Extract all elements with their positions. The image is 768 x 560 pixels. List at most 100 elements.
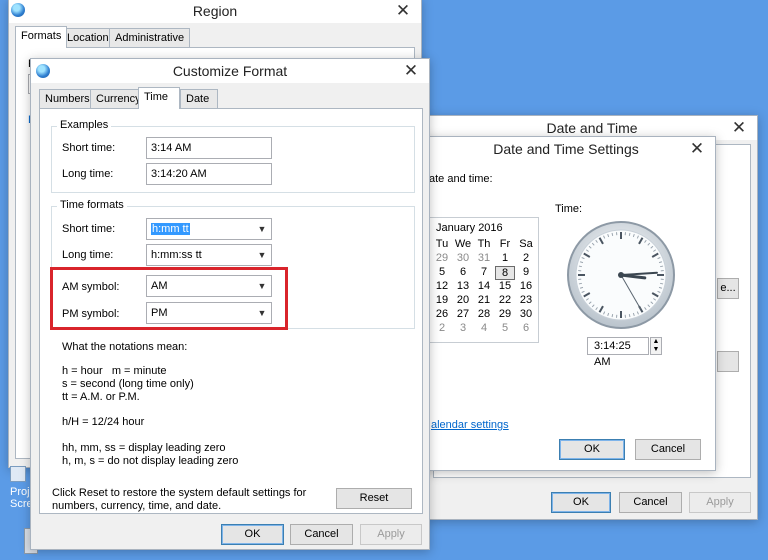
desktop-icon-label-1: Proj: [10, 486, 30, 498]
datetime-close-icon[interactable]: ✕: [727, 117, 751, 139]
datetime-cancel-button[interactable]: Cancel: [619, 492, 682, 513]
clock-tick: [578, 265, 582, 268]
calendar-day[interactable]: 13: [453, 280, 473, 292]
reset-info-line-1: Click Reset to restore the system defaul…: [52, 487, 307, 499]
customize-close-icon[interactable]: ✕: [399, 60, 423, 82]
region-titlebar: Region ✕: [9, 0, 421, 23]
dts-window: Date and Time Settings ✕ ate and time: T…: [416, 136, 716, 471]
calendar-day[interactable]: 22: [495, 294, 515, 306]
examples-legend: Examples: [57, 119, 112, 131]
am-pm-highlight-box: [50, 267, 288, 330]
calendar-day[interactable]: 27: [453, 308, 473, 320]
calendar-day[interactable]: 2: [516, 252, 536, 264]
long-time-combobox[interactable]: h:mm:ss tt ▼: [146, 244, 272, 266]
calendar-day[interactable]: 21: [474, 294, 494, 306]
calendar-day[interactable]: 8: [495, 266, 515, 280]
notation-line-3: tt = A.M. or P.M.: [62, 391, 140, 403]
spin-up-icon[interactable]: ▲: [651, 338, 661, 346]
notation-line-4: h/H = 12/24 hour: [62, 416, 145, 428]
tab-formats[interactable]: Formats: [15, 26, 68, 48]
calendar-day[interactable]: 2: [432, 322, 452, 334]
calendar-day[interactable]: 6: [516, 322, 536, 334]
region-title: Region: [192, 3, 238, 19]
clock-tick: [660, 282, 664, 285]
datetime-side-button[interactable]: e...: [717, 278, 739, 299]
chevron-down-icon[interactable]: ▼: [256, 219, 268, 239]
customize-apply-button[interactable]: Apply: [360, 524, 422, 545]
clock-tick: [611, 314, 614, 318]
notation-line-6: h, m, s = do not display leading zero: [62, 455, 239, 467]
datetime-ok-button[interactable]: OK: [551, 492, 611, 513]
spin-down-icon[interactable]: ▼: [651, 346, 661, 354]
calendar-day[interactable]: 16: [516, 280, 536, 292]
calendar-settings-link[interactable]: alendar settings: [431, 419, 509, 431]
dts-ok-button[interactable]: OK: [559, 439, 625, 460]
calendar-day[interactable]: 5: [432, 266, 452, 278]
tab-date[interactable]: Date: [180, 89, 218, 109]
tab-administrative[interactable]: Administrative: [109, 28, 191, 48]
customize-panel: Examples Short time: 3:14 AM Long time: …: [39, 108, 423, 514]
calendar-month[interactable]: January 2016: [436, 222, 503, 234]
customize-cancel-button[interactable]: Cancel: [290, 524, 353, 545]
notation-line-2: s = second (long time only): [62, 378, 194, 390]
example-short-label: Short time:: [62, 142, 116, 154]
calendar-day[interactable]: 12: [432, 280, 452, 292]
calendar-day[interactable]: 9: [516, 266, 536, 278]
calendar-day-header: Tu: [435, 238, 449, 250]
desktop-shortcut-icon[interactable]: [10, 466, 26, 482]
datetime-title: Date and Time: [546, 120, 638, 136]
calendar-day[interactable]: 23: [516, 294, 536, 306]
example-short-field: 3:14 AM: [146, 137, 272, 159]
dts-titlebar: Date and Time Settings ✕: [417, 137, 715, 161]
calendar-day[interactable]: 15: [495, 280, 515, 292]
calendar-day[interactable]: 4: [474, 322, 494, 334]
tab-location[interactable]: Location: [61, 28, 115, 48]
calendar: January 2016 Tu We Th Fr Sa 29 30 31 1 2 5 6 7 8 9 12 13…: [427, 217, 539, 343]
calendar-day[interactable]: 20: [453, 294, 473, 306]
dts-cancel-button[interactable]: Cancel: [635, 439, 701, 460]
example-long-field: 3:14:20 AM: [146, 163, 272, 185]
calendar-day[interactable]: 26: [432, 308, 452, 320]
tab-time[interactable]: Time: [138, 87, 180, 109]
calendar-day[interactable]: 1: [495, 252, 515, 264]
dts-time-label: Time:: [555, 203, 583, 215]
dts-time-input[interactable]: 3:14:25 AM: [587, 337, 649, 368]
clock-tick: [578, 282, 582, 285]
notation-line-1: h = hour m = minute: [62, 365, 167, 377]
calendar-day[interactable]: 31: [474, 252, 494, 264]
calendar-day-header: Sa: [519, 238, 533, 250]
time-formats-legend: Time formats: [57, 199, 127, 211]
calendar-day[interactable]: 30: [453, 252, 473, 264]
format-short-label: Short time:: [62, 223, 116, 235]
calendar-day[interactable]: 5: [495, 322, 515, 334]
calendar-day-header: Fr: [499, 238, 511, 250]
calendar-day[interactable]: 3: [453, 322, 473, 334]
calendar-day[interactable]: 28: [474, 308, 494, 320]
datetime-side-button-2[interactable]: [717, 351, 739, 372]
dts-close-icon[interactable]: ✕: [685, 138, 709, 160]
example-long-label: Long time:: [62, 168, 114, 180]
customize-titlebar: Customize Format ✕: [31, 59, 429, 83]
calendar-day[interactable]: 30: [516, 308, 536, 320]
chevron-down-icon[interactable]: ▼: [256, 245, 268, 265]
calendar-day[interactable]: 19: [432, 294, 452, 306]
clock-tick: [611, 232, 614, 236]
dts-title: Date and Time Settings: [493, 141, 639, 157]
region-close-icon[interactable]: ✕: [391, 0, 415, 22]
time-spinner[interactable]: ▲ ▼: [650, 337, 662, 355]
calendar-day[interactable]: 29: [432, 252, 452, 264]
clock-tick: [628, 314, 631, 318]
calendar-day[interactable]: 14: [474, 280, 494, 292]
reset-button[interactable]: Reset: [336, 488, 412, 509]
clock-tick: [660, 265, 664, 268]
tab-numbers[interactable]: Numbers: [39, 89, 96, 109]
short-time-combobox[interactable]: h:mm tt ▼: [146, 218, 272, 240]
analog-clock: [567, 221, 675, 329]
calendar-day[interactable]: 29: [495, 308, 515, 320]
customize-ok-button[interactable]: OK: [221, 524, 284, 545]
dts-date-label: ate and time:: [429, 173, 493, 185]
calendar-day[interactable]: 6: [453, 266, 473, 278]
calendar-day[interactable]: 7: [474, 266, 494, 278]
calendar-day-header: We: [454, 238, 472, 250]
datetime-apply-button[interactable]: Apply: [689, 492, 751, 513]
